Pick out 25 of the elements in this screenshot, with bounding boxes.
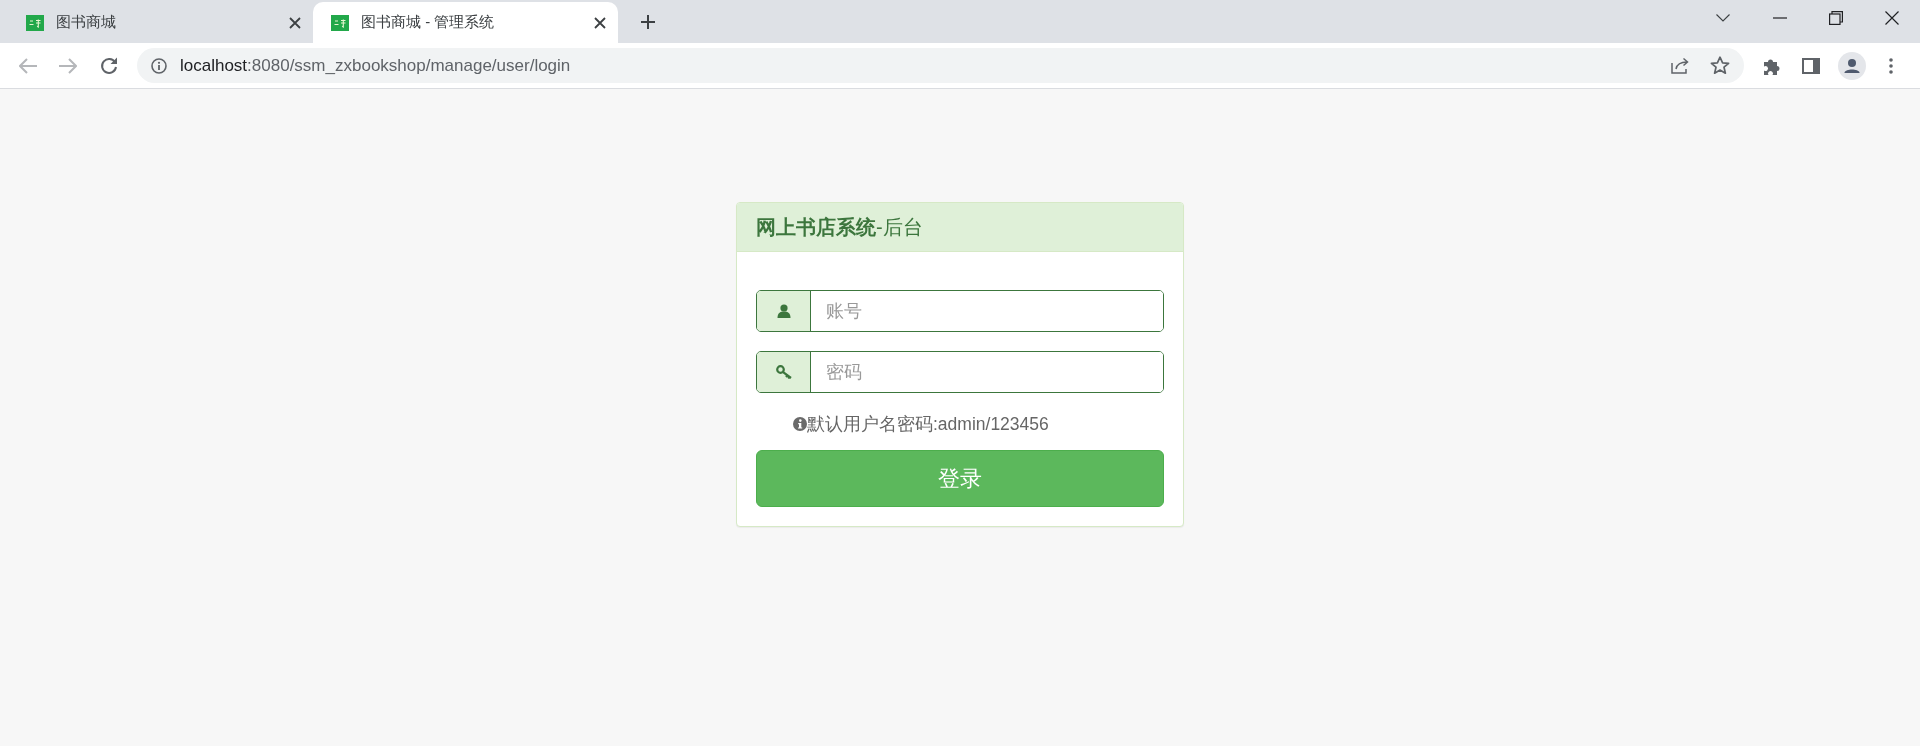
profile-avatar-icon[interactable] xyxy=(1838,51,1866,80)
plus-icon[interactable] xyxy=(641,14,655,29)
info-icon xyxy=(793,417,807,431)
address-bar[interactable]: localhost:8080/ssm_zxbookshop/manage/user/login xyxy=(137,48,1744,83)
reload-icon[interactable] xyxy=(100,56,118,75)
chevron-down-icon[interactable] xyxy=(1716,14,1730,22)
key-icon xyxy=(775,365,792,379)
browser-tab[interactable]: 图书商城 - 管理系统 xyxy=(313,2,618,43)
favicon-icon xyxy=(331,14,349,31)
browser-tab[interactable]: 图书商城 xyxy=(8,2,313,43)
close-icon[interactable] xyxy=(289,16,301,29)
kebab-menu-icon[interactable] xyxy=(1889,57,1893,74)
username-field[interactable]: 账号 xyxy=(756,290,1164,332)
hint-text: 默认用户名密码:admin/123456 xyxy=(807,413,1049,436)
info-icon[interactable] xyxy=(151,57,167,74)
close-icon[interactable] xyxy=(1885,11,1899,25)
user-icon xyxy=(776,304,791,318)
favicon-icon xyxy=(26,14,44,31)
side-panel-icon[interactable] xyxy=(1802,57,1820,74)
card-title: 网上书店系统-后台 xyxy=(756,214,923,240)
restore-icon[interactable] xyxy=(1829,11,1843,25)
password-field[interactable]: 密码 xyxy=(756,351,1164,393)
close-icon[interactable] xyxy=(594,16,606,29)
star-icon[interactable] xyxy=(1710,56,1730,75)
share-icon[interactable] xyxy=(1671,57,1690,74)
